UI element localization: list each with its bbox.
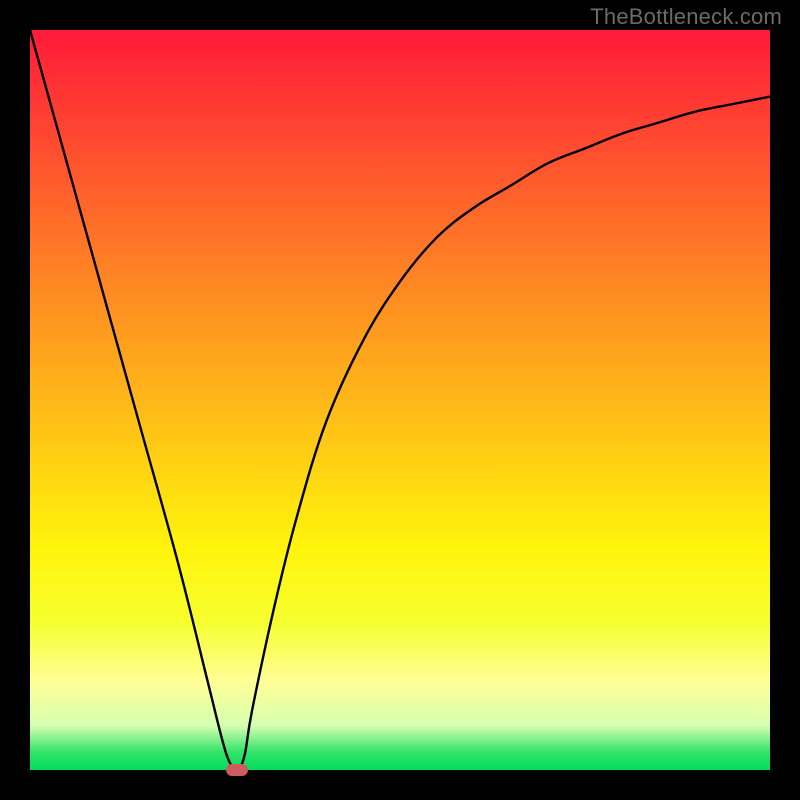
bottleneck-curve	[30, 30, 770, 770]
chart-frame: TheBottleneck.com	[0, 0, 800, 800]
plot-area	[30, 30, 770, 770]
watermark-text: TheBottleneck.com	[590, 4, 782, 30]
curve-svg	[30, 30, 770, 770]
optimal-point-marker	[226, 764, 248, 776]
